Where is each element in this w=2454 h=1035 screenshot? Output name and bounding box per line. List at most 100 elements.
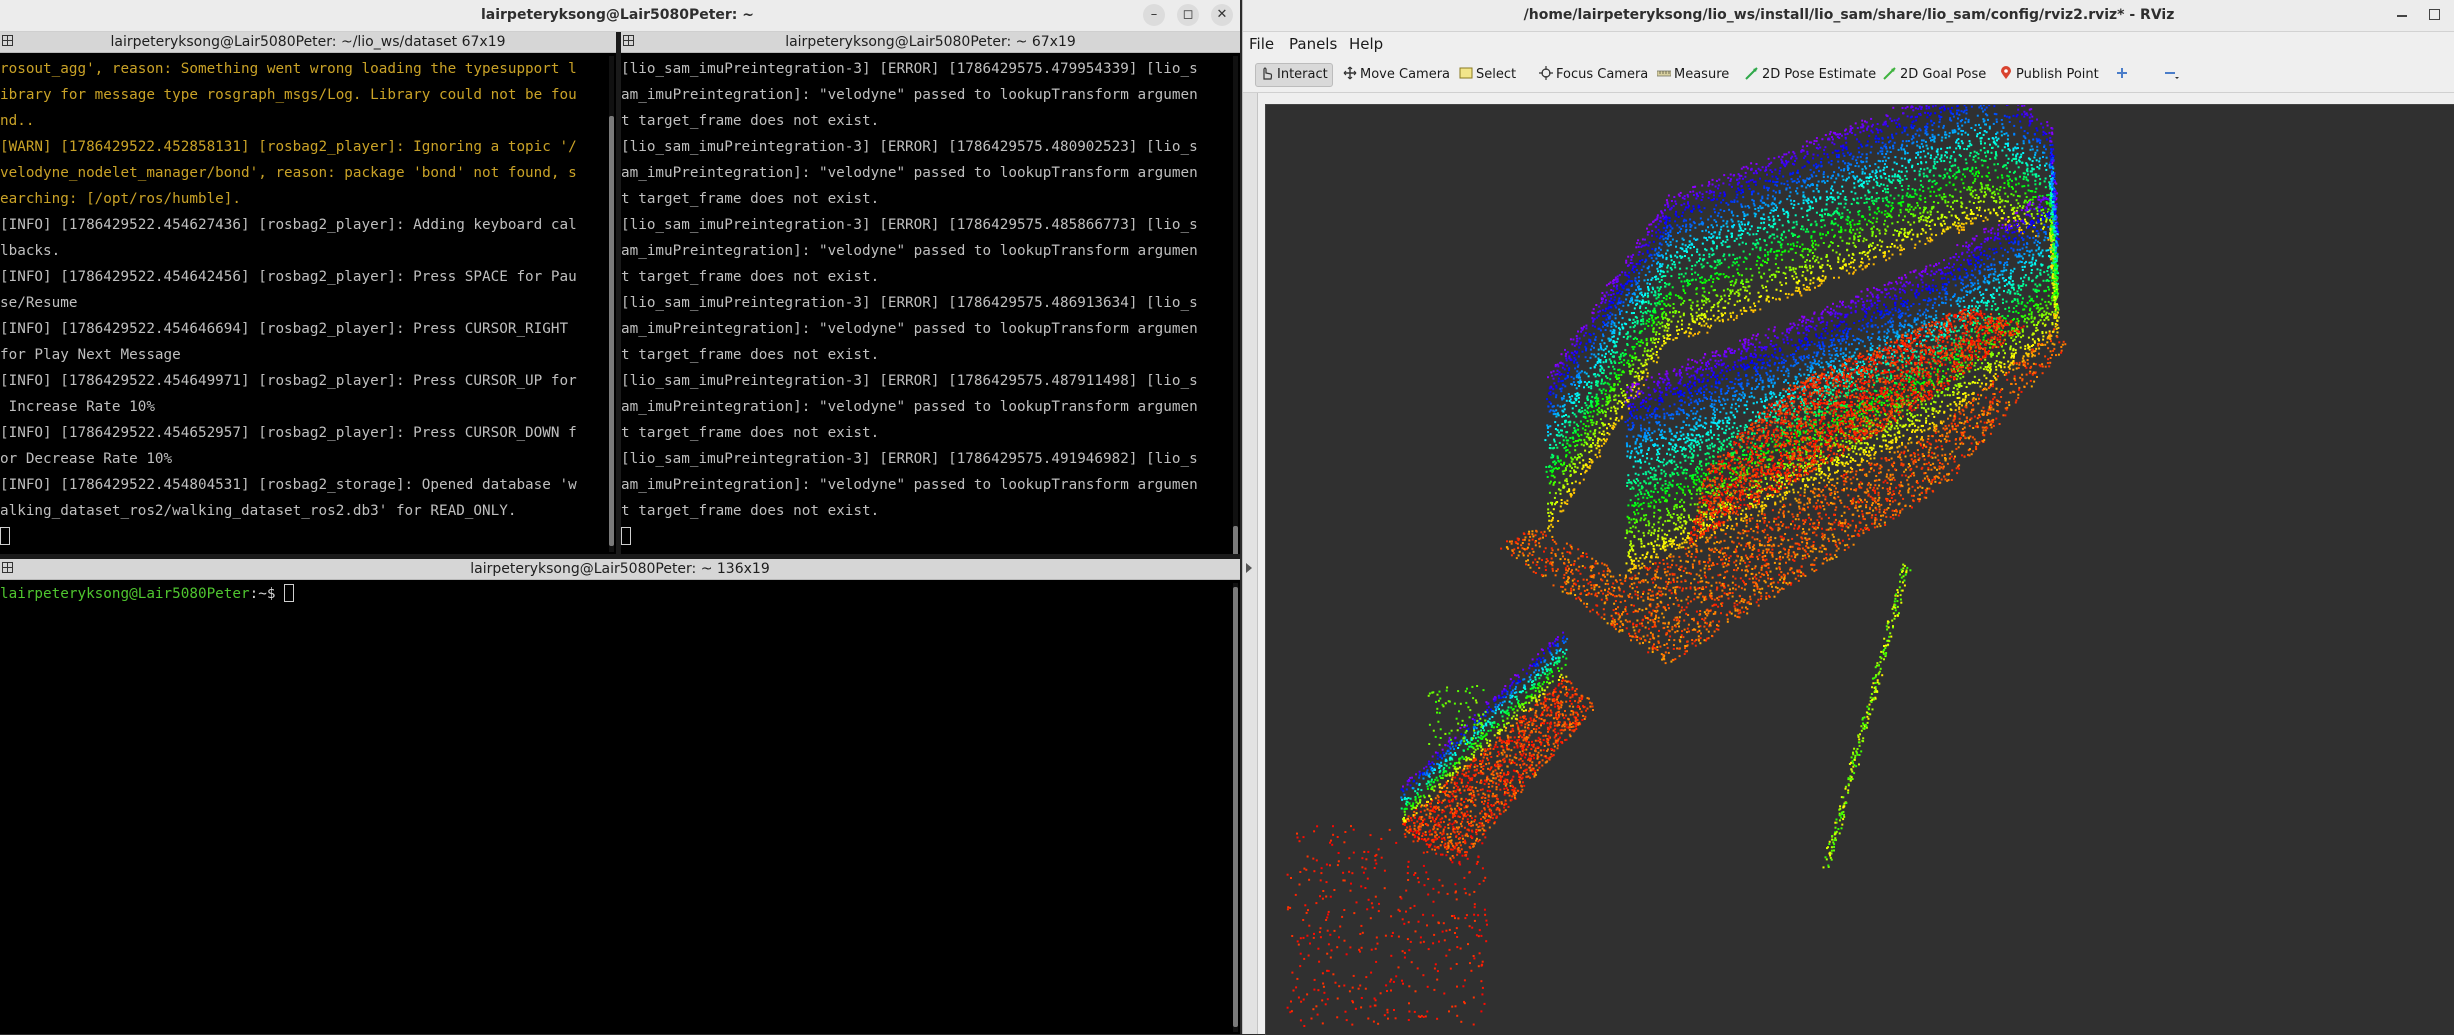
goal-pose-icon [1883, 66, 1897, 80]
scrollbar[interactable] [1233, 583, 1238, 1032]
collapsed-panel-strip[interactable] [1243, 93, 1258, 1034]
terminal-line: rosout_agg', reason: Something went wron… [0, 56, 602, 82]
prompt-symbol: :~$ [250, 586, 276, 602]
terminal-pane-top-right[interactable]: lairpeteryksong@Lair5080Peter: ~ 67x19 [… [621, 32, 1240, 554]
tool-2d-pose-estimate[interactable]: 2D Pose Estimate [1745, 64, 1876, 86]
pane-title: lairpeteryksong@Lair5080Peter: ~ 67x19 [621, 34, 1240, 50]
move-camera-icon [1343, 66, 1357, 80]
pane-title: lairpeteryksong@Lair5080Peter: ~/lio_ws/… [0, 34, 616, 50]
terminal-line: [lio_sam_imuPreintegration-3] [ERROR] [1… [621, 134, 1226, 160]
terminal-line: lbacks. [0, 238, 602, 264]
pane-header: lairpeteryksong@Lair5080Peter: ~ 136x19 [0, 559, 1240, 580]
rviz-toolbar: Interact Move Camera Select Focus Camera… [1243, 58, 2454, 93]
terminal-line: t target_frame does not exist. [621, 342, 1226, 368]
terminal-line: am_imuPreintegration]: "velodyne" passed… [621, 82, 1226, 108]
rviz-menubar: File Panels Help [1243, 32, 2454, 56]
prompt-user: lairpeteryksong@Lair5080Peter [0, 586, 250, 602]
focus-camera-icon [1539, 66, 1553, 80]
tool-2d-goal-pose[interactable]: 2D Goal Pose [1883, 64, 1986, 86]
terminal-titlebar[interactable]: lairpeteryksong@Lair5080Peter: ~ – ◻ ✕ [0, 0, 1240, 32]
rviz-minimize-button[interactable] [2397, 15, 2407, 17]
terminal-line: am_imuPreintegration]: "velodyne" passed… [621, 394, 1226, 420]
terminal-output: rosout_agg', reason: Something went wron… [0, 56, 602, 554]
tool-label: Select [1476, 67, 1516, 82]
terminal-line: am_imuPreintegration]: "velodyne" passed… [621, 238, 1226, 264]
expand-arrow-icon[interactable] [1246, 563, 1252, 573]
rviz-maximize-button[interactable] [2429, 9, 2440, 20]
rviz-window: /home/lairpeteryksong/lio_ws/install/lio… [1242, 0, 2454, 1034]
pane-header: lairpeteryksong@Lair5080Peter: ~/lio_ws/… [0, 32, 616, 53]
terminal-line: velodyne_nodelet_manager/bond', reason: … [0, 160, 602, 186]
terminal-line: [INFO] [1786429522.454627436] [rosbag2_p… [0, 212, 602, 238]
pose-estimate-icon [1745, 66, 1759, 80]
tool-label: Move Camera [1360, 67, 1450, 82]
terminal-line: [lio_sam_imuPreintegration-3] [ERROR] [1… [621, 290, 1226, 316]
terminal-line: nd.. [0, 108, 602, 134]
terminal-line: or Decrease Rate 10% [0, 446, 602, 472]
terminal-output: [lio_sam_imuPreintegration-3] [ERROR] [1… [621, 56, 1226, 554]
minus-icon [2163, 66, 2177, 80]
menu-help[interactable]: Help [1349, 35, 1383, 53]
terminal-line: ibrary for message type rosgraph_msgs/Lo… [0, 82, 602, 108]
terminal-line: [lio_sam_imuPreintegration-3] [ERROR] [1… [621, 368, 1226, 394]
terminal-prompt-area[interactable]: lairpeteryksong@Lair5080Peter:~$ [0, 581, 1226, 1034]
terminal-pane-bottom[interactable]: lairpeteryksong@Lair5080Peter: ~ 136x19 … [0, 559, 1240, 1034]
text-cursor [621, 527, 631, 545]
menu-panels[interactable]: Panels [1289, 35, 1337, 53]
tool-label: 2D Pose Estimate [1762, 67, 1876, 82]
terminal-line: am_imuPreintegration]: "velodyne" passed… [621, 316, 1226, 342]
tool-measure[interactable]: Measure [1657, 64, 1729, 86]
terminal-line: [INFO] [1786429522.454649971] [rosbag2_p… [0, 368, 602, 394]
terminal-line: [INFO] [1786429522.454642456] [rosbag2_p… [0, 264, 602, 290]
point-cloud-map [1266, 105, 2454, 1035]
terminal-line: [lio_sam_imuPreintegration-3] [ERROR] [1… [621, 212, 1226, 238]
terminal-window: lairpeteryksong@Lair5080Peter: ~ – ◻ ✕ l… [0, 0, 1240, 1034]
terminal-line: t target_frame does not exist. [621, 108, 1226, 134]
remove-tool-button[interactable] [2163, 64, 2180, 86]
publish-point-icon [1999, 66, 2013, 80]
terminal-line: [WARN] [1786429522.452858131] [rosbag2_p… [0, 134, 602, 160]
tool-label: Focus Camera [1556, 67, 1648, 82]
rviz-window-title: /home/lairpeteryksong/lio_ws/install/lio… [1243, 7, 2454, 23]
terminal-line: [lio_sam_imuPreintegration-3] [ERROR] [1… [621, 56, 1226, 82]
terminal-window-title: lairpeteryksong@Lair5080Peter: ~ [0, 7, 1235, 23]
3d-render-view[interactable] [1265, 104, 2454, 1035]
terminal-line: am_imuPreintegration]: "velodyne" passed… [621, 160, 1226, 186]
terminal-line: earching: [/opt/ros/humble]. [0, 186, 602, 212]
select-icon [1459, 66, 1473, 80]
maximize-button[interactable]: ◻ [1177, 4, 1199, 26]
tool-interact[interactable]: Interact [1255, 63, 1333, 87]
tool-publish-point[interactable]: Publish Point [1999, 64, 2099, 86]
plus-icon [2115, 66, 2129, 80]
tool-label: Measure [1674, 67, 1729, 82]
pane-header: lairpeteryksong@Lair5080Peter: ~ 67x19 [621, 32, 1240, 53]
tool-focus-camera[interactable]: Focus Camera [1539, 64, 1648, 86]
scrollbar[interactable] [1233, 56, 1238, 552]
terminal-line: alking_dataset_ros2/walking_dataset_ros2… [0, 498, 602, 524]
measure-icon [1657, 66, 1671, 80]
scrollbar[interactable] [609, 56, 614, 552]
tool-move-camera[interactable]: Move Camera [1343, 64, 1450, 86]
terminal-line: se/Resume [0, 290, 602, 316]
close-button[interactable]: ✕ [1211, 4, 1233, 26]
rviz-titlebar[interactable]: /home/lairpeteryksong/lio_ws/install/lio… [1243, 0, 2454, 32]
terminal-line: [INFO] [1786429522.454804531] [rosbag2_s… [0, 472, 602, 498]
terminal-line: t target_frame does not exist. [621, 264, 1226, 290]
tool-select[interactable]: Select [1459, 64, 1516, 86]
pane-title: lairpeteryksong@Lair5080Peter: ~ 136x19 [0, 561, 1240, 577]
terminal-line: [INFO] [1786429522.454652957] [rosbag2_p… [0, 420, 602, 446]
minimize-button[interactable]: – [1143, 4, 1165, 26]
terminal-line: t target_frame does not exist. [621, 186, 1226, 212]
tool-label: Publish Point [2016, 67, 2099, 82]
text-cursor [284, 584, 294, 602]
terminal-line: am_imuPreintegration]: "velodyne" passed… [621, 472, 1226, 498]
terminal-line: [INFO] [1786429522.454646694] [rosbag2_p… [0, 316, 602, 342]
terminal-line: [lio_sam_imuPreintegration-3] [ERROR] [1… [621, 446, 1226, 472]
terminal-line: Increase Rate 10% [0, 394, 602, 420]
tool-label: 2D Goal Pose [1900, 67, 1986, 82]
add-tool-button[interactable] [2115, 64, 2132, 86]
terminal-line: t target_frame does not exist. [621, 498, 1226, 524]
terminal-pane-top-left[interactable]: lairpeteryksong@Lair5080Peter: ~/lio_ws/… [0, 32, 616, 554]
menu-file[interactable]: File [1249, 35, 1274, 53]
tool-label: Interact [1277, 67, 1328, 82]
